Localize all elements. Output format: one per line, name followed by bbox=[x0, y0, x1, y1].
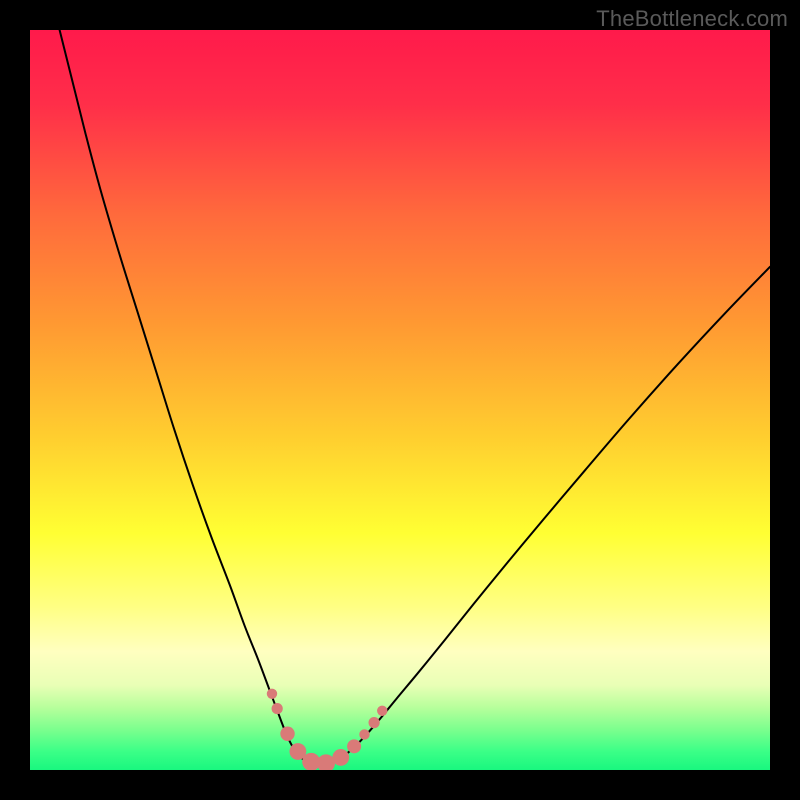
marker-point-8 bbox=[359, 729, 369, 739]
series-left-curve bbox=[60, 30, 319, 766]
marker-point-5 bbox=[317, 754, 335, 770]
marker-point-1 bbox=[272, 703, 283, 714]
curve-layer bbox=[30, 30, 770, 770]
marker-point-0 bbox=[267, 689, 277, 699]
marker-point-7 bbox=[347, 739, 361, 753]
series-right-curve bbox=[319, 267, 770, 766]
plot-area bbox=[30, 30, 770, 770]
marker-point-2 bbox=[280, 727, 294, 741]
marker-point-10 bbox=[377, 706, 387, 716]
watermark-text: TheBottleneck.com bbox=[596, 6, 788, 32]
marker-point-9 bbox=[369, 717, 380, 728]
chart-frame: TheBottleneck.com bbox=[0, 0, 800, 800]
marker-point-6 bbox=[332, 749, 349, 766]
